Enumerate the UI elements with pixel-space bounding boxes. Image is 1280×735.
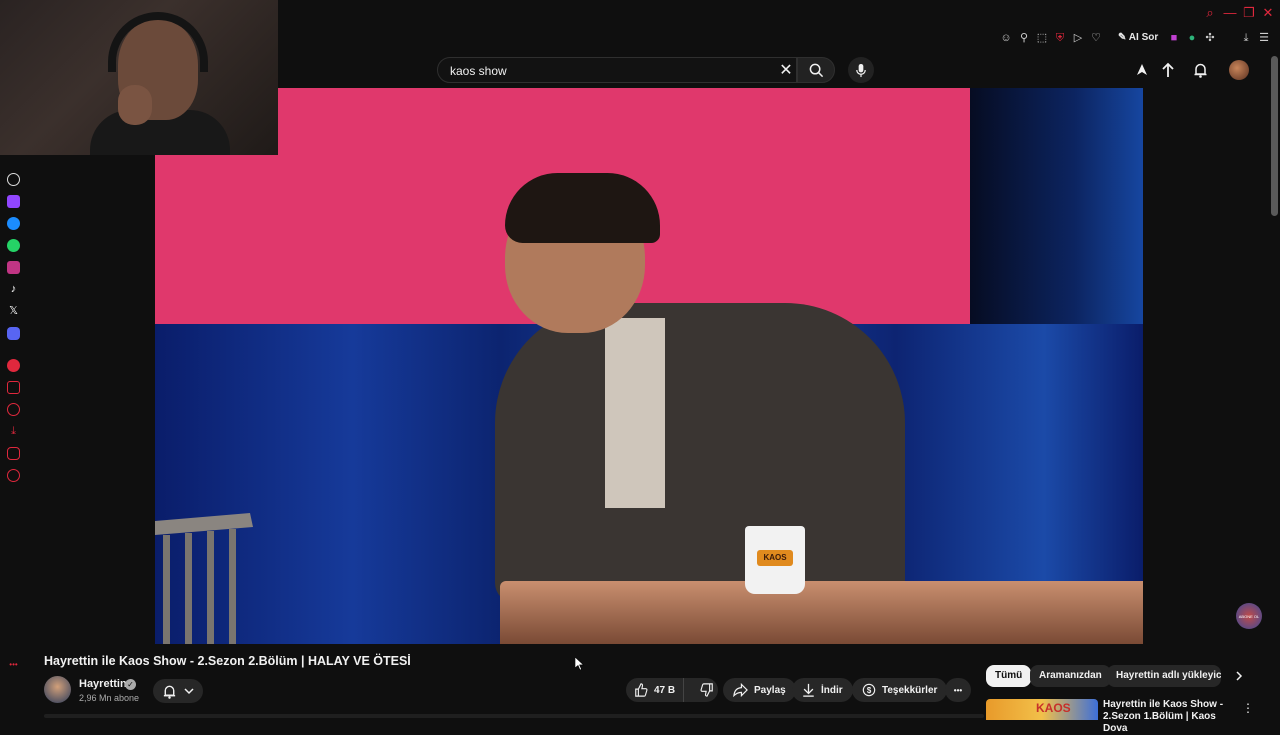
microphone-icon bbox=[856, 63, 866, 77]
thumbs-down-icon bbox=[700, 683, 713, 697]
chevron-down-icon bbox=[184, 688, 194, 695]
pin-icon[interactable]: ⚲ bbox=[1017, 31, 1031, 45]
subscription-bell-button[interactable] bbox=[153, 679, 203, 703]
thanks-button[interactable]: $ Teşekkürler bbox=[852, 678, 948, 702]
heart-icon[interactable]: ♡ bbox=[1089, 31, 1103, 45]
recommended-video-thumbnail[interactable]: KAOS bbox=[986, 699, 1098, 720]
more-actions-button[interactable]: ••• bbox=[945, 678, 971, 702]
wallet-icon[interactable] bbox=[7, 381, 20, 394]
x-icon[interactable]: 𝕏 bbox=[7, 305, 20, 318]
more-actions-icon: ••• bbox=[953, 685, 963, 695]
shield-icon[interactable]: ⛨ bbox=[1053, 31, 1067, 45]
whatsapp-icon[interactable] bbox=[7, 239, 20, 252]
music-icon[interactable] bbox=[7, 359, 20, 372]
chatgpt-icon[interactable] bbox=[7, 173, 20, 186]
chevron-right-icon bbox=[1236, 671, 1243, 681]
bell-icon bbox=[164, 685, 176, 699]
headphone-shape bbox=[108, 12, 208, 72]
chip-from-search[interactable]: Aramanızdan bbox=[1030, 665, 1111, 687]
share-label: Paylaş bbox=[754, 684, 786, 696]
download-button[interactable]: İndir bbox=[792, 678, 853, 702]
downloads-icon[interactable]: ⤓ bbox=[7, 425, 20, 438]
messenger-icon[interactable] bbox=[7, 217, 20, 230]
thumbs-up-icon bbox=[635, 683, 648, 697]
puzzle-icon[interactable]: ✣ bbox=[1203, 31, 1217, 45]
share-button[interactable]: Paylaş bbox=[723, 678, 796, 702]
floating-subscribe-button[interactable]: ABONE OL bbox=[1236, 603, 1262, 629]
chips-next-button[interactable] bbox=[1230, 667, 1248, 685]
webcam-overlay bbox=[0, 0, 278, 155]
emoji-icon[interactable]: ☺ bbox=[999, 31, 1013, 45]
thanks-heart-icon: $ bbox=[862, 683, 876, 697]
verified-badge-icon: ✓ bbox=[125, 679, 136, 690]
vpn-icon[interactable]: ● bbox=[1185, 31, 1199, 45]
share-icon bbox=[733, 683, 748, 697]
side-rail: ♪ 𝕏 ⤓ ••• bbox=[0, 165, 28, 720]
history-icon[interactable] bbox=[7, 403, 20, 416]
discord-icon[interactable] bbox=[7, 327, 20, 340]
recommended-video-menu-icon[interactable]: ⋮ bbox=[1241, 700, 1255, 716]
thumbnail-text: KAOS bbox=[1036, 701, 1071, 715]
thanks-label: Teşekkürler bbox=[882, 684, 938, 696]
like-count: 47 B bbox=[654, 684, 676, 696]
download-icon[interactable]: ⤓ bbox=[1239, 31, 1253, 45]
like-button[interactable]: 47 B bbox=[626, 678, 685, 702]
clear-search-button[interactable]: ✕ bbox=[778, 62, 794, 80]
tiktok-icon[interactable]: ♪ bbox=[7, 283, 20, 296]
subscriber-count: 2,96 Mn abone bbox=[79, 693, 140, 703]
account-avatar[interactable] bbox=[1229, 60, 1249, 80]
mouse-cursor-icon bbox=[575, 657, 585, 671]
search-box[interactable]: ✕ bbox=[437, 57, 797, 83]
host-hair bbox=[505, 173, 660, 243]
search-input[interactable] bbox=[448, 62, 748, 80]
channel-avatar[interactable] bbox=[44, 676, 71, 703]
ai-sor-button[interactable]: ✎ AI Sor bbox=[1118, 30, 1158, 46]
more-rail-icon[interactable]: ••• bbox=[7, 658, 20, 671]
video-title: Hayrettin ile Kaos Show - 2.Sezon 2.Bölü… bbox=[44, 654, 411, 668]
search-icon bbox=[809, 63, 823, 77]
streamer-hand bbox=[118, 85, 152, 125]
settings-icon[interactable] bbox=[7, 469, 20, 482]
description-edge bbox=[44, 714, 984, 718]
upload-icon[interactable] bbox=[1158, 60, 1178, 80]
restore-icon[interactable]: ❐ bbox=[1241, 5, 1257, 21]
search-button[interactable] bbox=[797, 57, 835, 83]
search-icon[interactable]: ⌕ bbox=[1202, 5, 1218, 21]
ai-sor-label: AI Sor bbox=[1128, 32, 1159, 43]
channel-name[interactable]: Hayrettin bbox=[79, 678, 127, 690]
twitch-icon[interactable] bbox=[7, 195, 20, 208]
extensions-icon[interactable] bbox=[7, 447, 20, 460]
chair-shape bbox=[155, 513, 253, 644]
download-arrow-icon bbox=[803, 683, 814, 697]
mug-logo: KAOS bbox=[757, 550, 793, 566]
voice-search-button[interactable] bbox=[848, 57, 874, 83]
close-window-icon[interactable]: ✕ bbox=[1260, 5, 1276, 21]
video-player[interactable]: KAOS bbox=[155, 88, 1143, 644]
create-icon[interactable] bbox=[1132, 60, 1152, 80]
like-dislike-group: 47 B bbox=[626, 678, 718, 702]
recommended-video-title[interactable]: Hayrettin ile Kaos Show - 2.Sezon 1.Bölü… bbox=[1103, 699, 1231, 735]
notifications-bell-icon[interactable] bbox=[1190, 60, 1210, 80]
chip-uploader[interactable]: Hayrettin adlı yükleyicid bbox=[1107, 665, 1221, 687]
chip-all[interactable]: Tümü bbox=[986, 665, 1032, 687]
sparkle-icon: ✎ bbox=[1118, 32, 1129, 43]
play-icon[interactable]: ▷ bbox=[1071, 31, 1085, 45]
minimize-icon[interactable]: — bbox=[1222, 5, 1238, 21]
svg-text:$: $ bbox=[867, 686, 872, 695]
desk-shape bbox=[500, 581, 1143, 644]
screenshot-icon[interactable]: ⬚ bbox=[1035, 31, 1049, 45]
mug-shape: KAOS bbox=[745, 526, 805, 594]
download-label: İndir bbox=[821, 684, 843, 696]
host-shirt bbox=[605, 318, 665, 508]
menu-icon[interactable]: ☰ bbox=[1257, 31, 1271, 45]
instagram-icon[interactable] bbox=[7, 261, 20, 274]
host-jacket bbox=[495, 303, 905, 603]
scene-dark-panel bbox=[970, 88, 1143, 324]
extension-icon[interactable]: ■ bbox=[1167, 31, 1181, 45]
dislike-button[interactable] bbox=[690, 683, 714, 697]
page-scrollbar[interactable] bbox=[1271, 56, 1278, 216]
